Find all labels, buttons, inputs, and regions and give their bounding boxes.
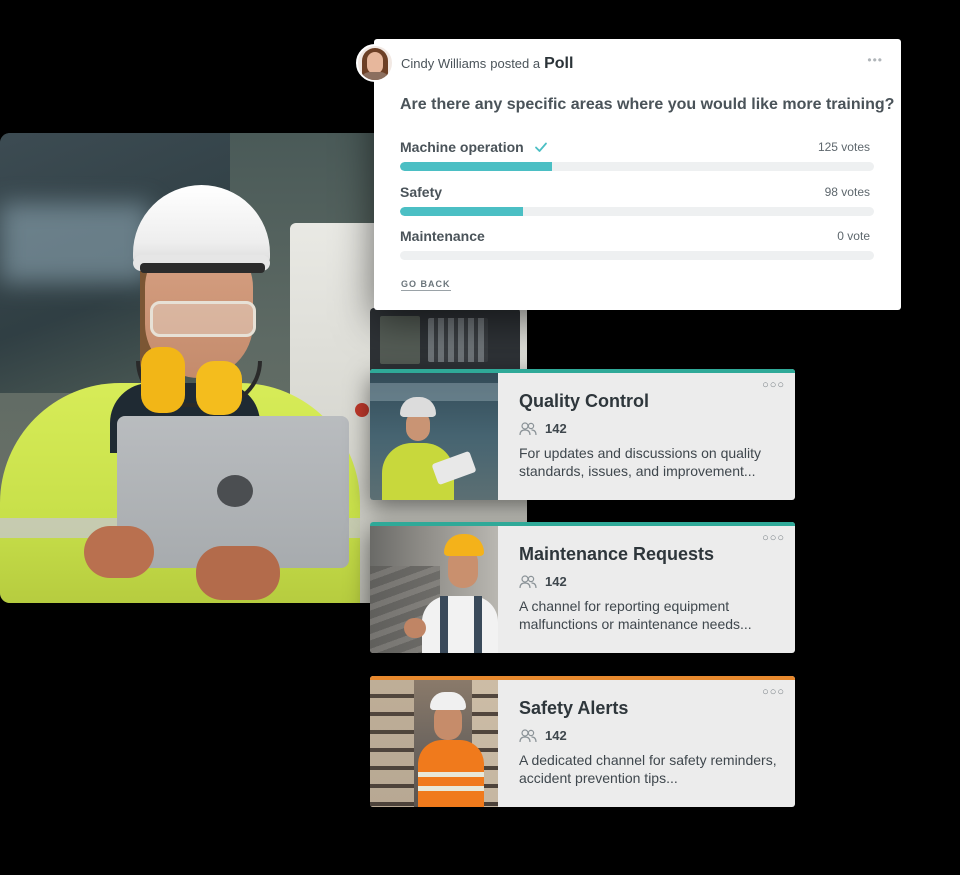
- members-icon: [519, 421, 537, 435]
- channel-card-maintenance-requests[interactable]: Maintenance Requests 142 A channel for r…: [370, 522, 795, 653]
- poll-option-votes: 0 vote: [837, 229, 870, 243]
- thumb-worker-hand: [404, 618, 426, 638]
- avatar-face: [367, 52, 383, 74]
- members-icon: [519, 728, 537, 742]
- members-icon: [519, 574, 537, 588]
- thumb-shelf: [370, 680, 414, 807]
- poll-option-bar-track: [400, 162, 874, 171]
- channel-more-options-icon[interactable]: ○○○: [762, 379, 785, 391]
- thumb-vest-stripe: [418, 786, 484, 791]
- channel-more-options-icon[interactable]: ○○○: [762, 532, 785, 544]
- channel-description: For updates and discussions on quality s…: [519, 445, 762, 479]
- poll-option-label: Safety: [400, 184, 443, 200]
- poll-posted-text: posted a: [490, 56, 541, 71]
- channel-more-options-icon[interactable]: ○○○: [762, 686, 785, 698]
- thumb-overall-strap: [474, 596, 482, 653]
- poll-more-options-icon[interactable]: •••: [867, 53, 883, 67]
- channel-description: A channel for reporting equipment malfun…: [519, 598, 752, 632]
- channel-title[interactable]: Safety Alerts: [519, 698, 628, 719]
- photo-hand-right: [196, 546, 280, 600]
- thumb-hard-hat: [430, 692, 466, 710]
- photo-machine-keys: [428, 318, 488, 362]
- channel-members: 142: [519, 574, 567, 589]
- thumb-worker-shirt: [422, 596, 498, 653]
- go-back-link[interactable]: GO BACK: [401, 279, 451, 291]
- check-icon: [534, 142, 547, 152]
- poll-option[interactable]: Machine operation 125 votes: [400, 137, 874, 171]
- poll-option-label-wrap: Safety: [400, 184, 442, 200]
- thumb-overall-strap: [440, 596, 448, 653]
- poll-header: Cindy Williams posted a Poll: [401, 55, 573, 73]
- poll-option[interactable]: Safety 98 votes: [400, 182, 874, 216]
- channel-member-count: 142: [545, 728, 567, 743]
- channel-description: A dedicated channel for safety reminders…: [519, 752, 777, 786]
- photo-hard-hat-band: [140, 263, 265, 273]
- photo-machine-screen: [380, 316, 420, 364]
- photo-earmuff-left: [141, 347, 185, 413]
- poll-card: Cindy Williams posted a Poll ••• Are the…: [374, 39, 901, 310]
- photo-hand-left: [84, 526, 154, 578]
- poll-option-label: Machine operation: [400, 139, 524, 155]
- channel-card-quality-control[interactable]: Quality Control 142 For updates and disc…: [370, 369, 795, 500]
- channel-members: 142: [519, 728, 567, 743]
- channel-member-count: 142: [545, 574, 567, 589]
- thumb-vest-stripe: [418, 772, 484, 777]
- poll-question: Are there any specific areas where you w…: [400, 96, 895, 113]
- poll-option-bar-fill: [400, 162, 552, 171]
- channel-title[interactable]: Quality Control: [519, 391, 649, 412]
- poll-option-bar-track: [400, 251, 874, 260]
- channel-member-count: 142: [545, 421, 567, 436]
- poll-option-label: Maintenance: [400, 228, 485, 244]
- poll-option-votes: 125 votes: [817, 140, 870, 154]
- poll-option-bar-track: [400, 207, 874, 216]
- poll-option-votes: 98 votes: [824, 185, 870, 199]
- thumb-beam: [370, 383, 498, 401]
- poll-option-label-wrap: Machine operation: [400, 139, 548, 155]
- poll-type-label: Poll: [544, 55, 574, 72]
- photo-earmuff-right: [196, 361, 242, 415]
- channel-thumbnail: [370, 526, 498, 653]
- channel-thumbnail: [370, 680, 498, 807]
- poll-option[interactable]: Maintenance 0 vote: [400, 226, 874, 260]
- photo-machine-red-button: [355, 403, 369, 417]
- photo-laptop-logo: [217, 475, 253, 507]
- photo-background-light: [0, 203, 150, 283]
- channel-thumbnail: [370, 373, 498, 500]
- channel-card-safety-alerts[interactable]: Safety Alerts 142 A dedicated channel fo…: [370, 676, 795, 807]
- poll-author-name[interactable]: Cindy Williams: [401, 56, 486, 71]
- poll-option-bar-fill: [400, 207, 524, 216]
- photo-safety-goggles: [150, 301, 256, 337]
- channel-title[interactable]: Maintenance Requests: [519, 544, 714, 565]
- channel-members: 142: [519, 421, 567, 436]
- poll-option-label-wrap: Maintenance: [400, 228, 485, 244]
- author-avatar[interactable]: [356, 44, 394, 82]
